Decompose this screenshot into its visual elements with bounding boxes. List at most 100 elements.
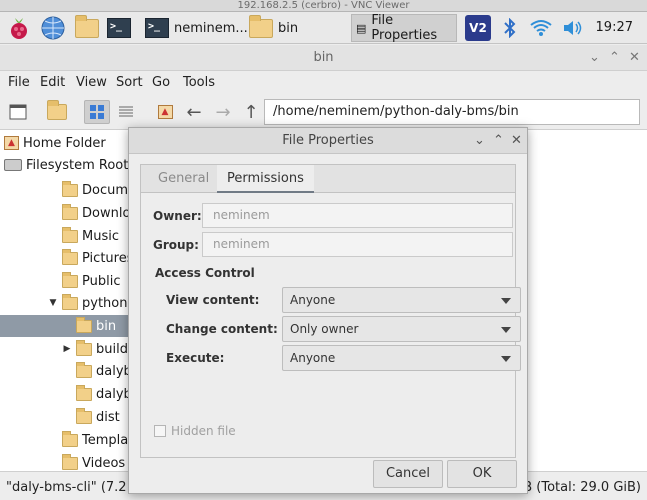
tree-item-daly-1[interactable]: dalyb <box>76 360 132 382</box>
tree-item-python-daly-bms[interactable]: ▼ python- <box>48 292 132 314</box>
tree-label: python- <box>82 295 133 311</box>
tree-item-downloads[interactable]: Downlo <box>62 202 130 224</box>
vnc-icon[interactable]: V2 <box>465 15 491 41</box>
tab-permissions[interactable]: Permissions <box>217 165 314 193</box>
new-folder-icon[interactable] <box>44 100 70 124</box>
forward-arrow-icon[interactable]: → <box>210 100 236 124</box>
dialog-notebook: General Permissions Owner: neminem Group… <box>140 164 521 458</box>
list-view-icon[interactable] <box>113 100 139 124</box>
wifi-icon[interactable] <box>528 15 554 41</box>
sidebar-filesystem-root[interactable]: Filesystem Root <box>4 154 128 176</box>
menu-file[interactable]: File <box>8 75 30 90</box>
expanded-arrow-icon[interactable]: ▼ <box>48 298 58 308</box>
cancel-button[interactable]: Cancel <box>373 460 443 488</box>
window-title-bar: bin ⌄ ⌃ ✕ <box>0 45 647 71</box>
close-icon[interactable]: ✕ <box>629 50 640 65</box>
sidebar-label: Filesystem Root <box>26 157 129 173</box>
pictures-folder-icon <box>62 248 78 265</box>
task-file-properties[interactable]: ▤ File Properties <box>351 13 457 43</box>
tree-item-pictures[interactable]: Pictures <box>62 247 133 269</box>
tree-label: Downlo <box>82 205 131 221</box>
home-icon[interactable]: ▲ <box>152 100 178 124</box>
ok-button[interactable]: OK <box>447 460 517 488</box>
folder-icon <box>76 339 92 356</box>
templates-folder-icon <box>62 430 78 447</box>
tree-item-dist[interactable]: dist <box>76 406 120 428</box>
menu-view[interactable]: View <box>76 75 107 90</box>
tree-label: build <box>96 341 128 357</box>
task-label: bin <box>278 20 299 36</box>
file-manager-icon[interactable] <box>74 14 100 41</box>
task-label: File Properties <box>371 13 438 43</box>
tree-item-music[interactable]: Music <box>62 225 119 247</box>
tree-label: dalyb <box>96 363 132 379</box>
status-free-space: GiB (Total: 29.0 GiB) <box>509 480 641 495</box>
new-window-icon[interactable] <box>5 100 31 124</box>
menu-bar: File Edit View Sort Go Tools <box>0 71 647 95</box>
music-folder-icon <box>62 226 78 243</box>
icon-view-icon[interactable] <box>84 100 110 124</box>
window-title: bin <box>313 50 334 65</box>
group-label: Group: <box>153 238 199 252</box>
toolbar: ▲ ← → ↑ /home/neminem/python-daly-bms/bi… <box>0 95 647 129</box>
documents-folder-icon <box>62 180 78 197</box>
up-arrow-icon[interactable]: ↑ <box>238 100 264 124</box>
task-bin[interactable]: bin <box>245 14 302 42</box>
volume-icon[interactable] <box>560 15 586 41</box>
dialog-maximize-icon[interactable]: ⌃ <box>493 128 504 154</box>
terminal-launcher-icon[interactable] <box>106 15 132 41</box>
tree-item-daly-2[interactable]: dalyb <box>76 383 132 405</box>
folder-icon <box>76 361 92 378</box>
menu-edit[interactable]: Edit <box>40 75 65 90</box>
task-terminal[interactable]: neminem... <box>141 14 252 42</box>
access-control-heading: Access Control <box>155 266 255 280</box>
drive-icon <box>4 159 22 171</box>
execute-select[interactable]: Anyone <box>282 345 521 371</box>
terminal-icon <box>145 18 169 38</box>
videos-folder-icon <box>62 453 78 470</box>
tree-item-documents[interactable]: Docume <box>62 179 136 201</box>
raspberry-menu-icon[interactable] <box>6 15 32 41</box>
bluetooth-icon[interactable] <box>497 15 523 41</box>
tree-item-build[interactable]: ▶ build <box>62 338 128 360</box>
owner-field: neminem <box>202 203 513 228</box>
menu-go[interactable]: Go <box>152 75 170 90</box>
tree-label: bin <box>96 318 117 334</box>
view-content-label: View content: <box>166 293 260 307</box>
checkbox-box <box>154 425 166 437</box>
folder-icon <box>76 384 92 401</box>
path-input[interactable]: /home/neminem/python-daly-bms/bin <box>264 99 640 125</box>
tree-item-templates[interactable]: Templat <box>62 429 133 451</box>
change-content-select[interactable]: Only owner <box>282 316 521 342</box>
view-content-select[interactable]: Anyone <box>282 287 521 313</box>
group-field: neminem <box>202 232 513 257</box>
downloads-folder-icon <box>62 203 78 220</box>
tab-general[interactable]: General <box>148 165 219 193</box>
hidden-file-checkbox[interactable]: Hidden file <box>154 424 236 438</box>
execute-value: Anyone <box>290 351 336 365</box>
back-arrow-icon[interactable]: ← <box>181 100 207 124</box>
collapsed-arrow-icon[interactable]: ▶ <box>62 344 72 354</box>
minimize-icon[interactable]: ⌄ <box>589 50 600 65</box>
menu-sort[interactable]: Sort <box>116 75 143 90</box>
sidebar-home-folder[interactable]: ▲ Home Folder <box>4 132 106 154</box>
tree-label: dalyb <box>96 386 132 402</box>
tree-label: Pictures <box>82 250 134 266</box>
hidden-file-label: Hidden file <box>171 424 236 438</box>
tab-bar: General Permissions <box>141 165 515 193</box>
tree-label: Public <box>82 273 121 289</box>
vnc-title: 192.168.2.5 (cerbro) - VNC Viewer <box>237 0 410 11</box>
tree-item-bin[interactable]: bin <box>0 315 128 337</box>
menu-tools[interactable]: Tools <box>183 75 215 90</box>
web-browser-icon[interactable] <box>40 15 66 41</box>
tree-item-public[interactable]: Public <box>62 270 120 292</box>
dropdown-arrow-icon <box>501 356 511 362</box>
dialog-title-bar: File Properties <box>129 128 527 154</box>
dialog-minimize-icon[interactable]: ⌄ <box>474 128 485 154</box>
maximize-icon[interactable]: ⌃ <box>609 50 620 65</box>
vnc-title-bar: 192.168.2.5 (cerbro) - VNC Viewer <box>0 0 647 12</box>
dialog-title: File Properties <box>282 133 374 148</box>
dialog-close-icon[interactable]: ✕ <box>511 128 522 154</box>
home-folder-icon: ▲ <box>4 136 19 150</box>
file-properties-dialog: File Properties ⌄ ⌃ ✕ General Permission… <box>128 127 528 494</box>
